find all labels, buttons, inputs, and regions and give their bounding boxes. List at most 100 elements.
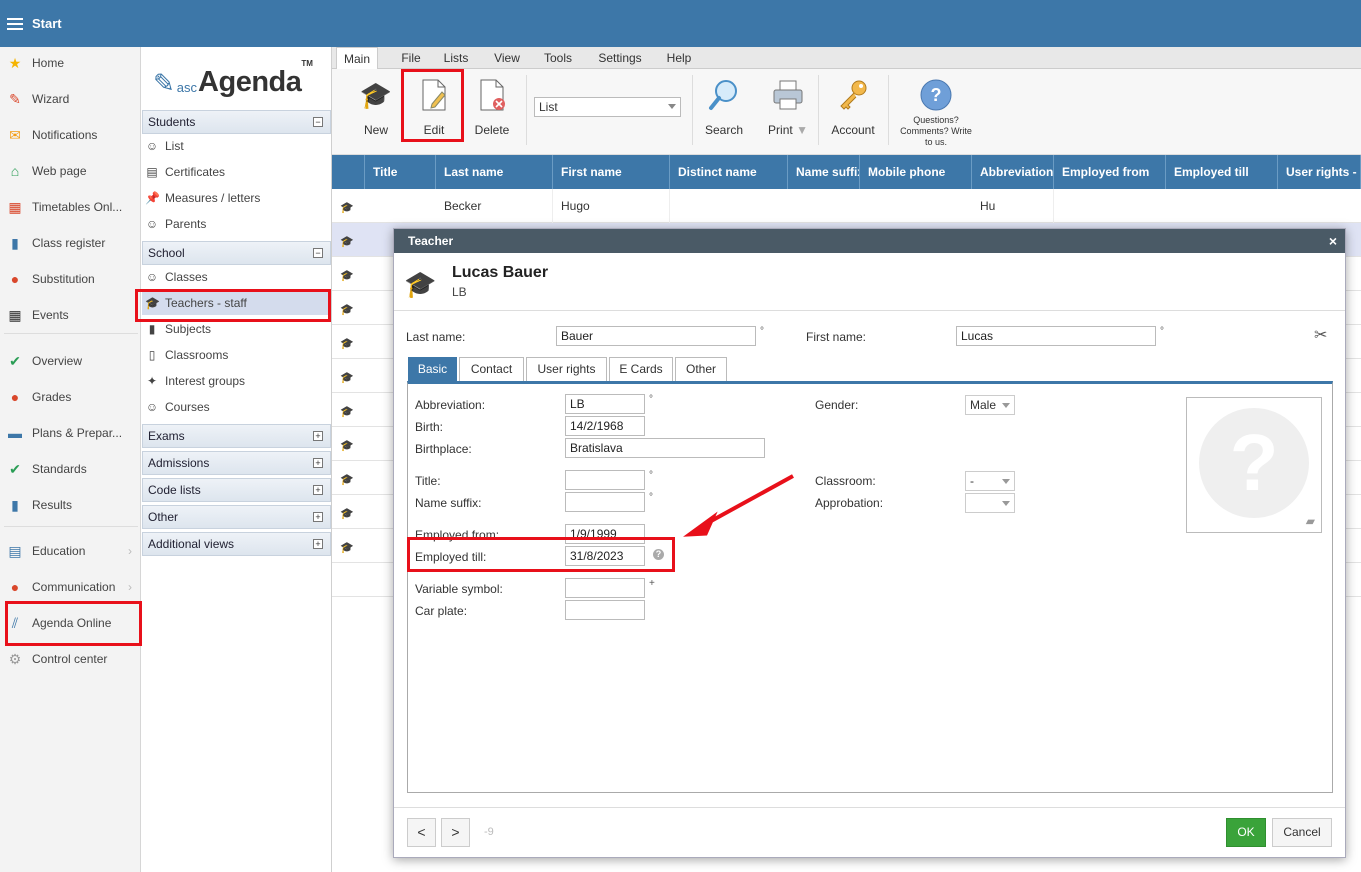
nav-item-10[interactable]: ▬ Plans & Prepar... — [0, 419, 140, 447]
column-header[interactable]: Employed till — [1166, 155, 1278, 189]
nav-item-0[interactable]: ★ Home — [0, 49, 140, 77]
view-select[interactable]: List — [534, 97, 681, 117]
nav-item-12[interactable]: ▮ Results — [0, 491, 140, 519]
tab-user-rights[interactable]: User rights — [526, 357, 607, 381]
birth-field[interactable]: 14/2/1968 — [565, 416, 645, 436]
menu-main[interactable]: Main — [336, 47, 378, 70]
section-collapsed-0[interactable]: Exams + — [142, 424, 331, 448]
nav-item-13[interactable]: ▤ Education › — [0, 537, 140, 565]
column-header[interactable]: Distinct name — [670, 155, 788, 189]
nav-item-3[interactable]: ⌂ Web page — [0, 157, 140, 185]
next-button[interactable]: > — [441, 818, 470, 847]
section-item-students-0[interactable]: ☺ List — [145, 134, 184, 158]
section-school[interactable]: School − — [142, 241, 331, 265]
nav-item-11[interactable]: ✔ Standards — [0, 455, 140, 483]
dialog-footer: < > -9 OK Cancel — [394, 807, 1345, 857]
nav-item-1[interactable]: ✎ Wizard — [0, 85, 140, 113]
nav-item-6[interactable]: ● Substitution — [0, 265, 140, 293]
previous-button[interactable]: < — [407, 818, 436, 847]
expand-icon[interactable]: + — [313, 458, 323, 468]
cancel-button[interactable]: Cancel — [1272, 818, 1332, 847]
tab-other[interactable]: Other — [675, 357, 727, 381]
variable-symbol-field[interactable] — [565, 578, 645, 598]
section-item-school-0[interactable]: ☺ Classes — [145, 265, 208, 289]
close-icon[interactable]: × — [1329, 229, 1337, 253]
approbation-select[interactable] — [965, 493, 1015, 513]
gender-select[interactable]: Male — [965, 395, 1015, 415]
employed-till-field[interactable]: 31/8/2023 — [565, 546, 645, 566]
menu-tools[interactable]: Tools — [541, 47, 575, 69]
start-title[interactable]: Start — [32, 16, 62, 31]
column-header[interactable]: Last name — [436, 155, 553, 189]
column-header[interactable]: Abbreviation — [972, 155, 1054, 189]
section-item-school-2[interactable]: ▮ Subjects — [145, 317, 211, 341]
first-name-field[interactable]: Lucas — [956, 326, 1156, 346]
birthplace-field[interactable]: Bratislava — [565, 438, 765, 458]
tab-e-cards[interactable]: E Cards — [609, 357, 673, 381]
name-suffix-field[interactable] — [565, 492, 645, 512]
help-icon[interactable]: ? — [653, 549, 664, 560]
tab-basic[interactable]: Basic — [408, 357, 457, 381]
new-button[interactable]: 🎓 New — [358, 77, 394, 143]
section-collapsed-1[interactable]: Admissions + — [142, 451, 331, 475]
column-header[interactable]: Title — [365, 155, 436, 189]
menu-settings[interactable]: Settings — [594, 47, 646, 69]
questions-button[interactable]: ? Questions? Comments? Write to us. — [898, 77, 974, 147]
column-header[interactable]: Name suffix — [788, 155, 860, 189]
section-item-students-2[interactable]: 📌 Measures / letters — [145, 186, 260, 210]
nav-item-9[interactable]: ● Grades — [0, 383, 140, 411]
column-header[interactable]: User rights - — [1278, 155, 1361, 189]
nav-item-8[interactable]: ✔ Overview — [0, 347, 140, 375]
menu-view[interactable]: View — [490, 47, 524, 69]
column-header[interactable]: Employed from — [1054, 155, 1166, 189]
ok-button[interactable]: OK — [1226, 818, 1266, 847]
section-item-label: Classrooms — [165, 348, 229, 362]
nav-item-5[interactable]: ▮ Class register — [0, 229, 140, 257]
nav-item-4[interactable]: ▦ Timetables Onl... — [0, 193, 140, 221]
section-collapsed-2[interactable]: Code lists + — [142, 478, 331, 502]
nav-item-7[interactable]: ▦ Events — [0, 301, 140, 329]
nav-item-14[interactable]: ● Communication › — [0, 573, 140, 601]
print-button[interactable]: Print ▼ — [762, 77, 814, 143]
expand-icon[interactable]: + — [313, 512, 323, 522]
expand-icon[interactable]: + — [313, 485, 323, 495]
table-row[interactable]: 🎓 Becker Hugo Hu — [332, 189, 1361, 223]
nav-item-2[interactable]: ✉ Notifications — [0, 121, 140, 149]
employed-from-field[interactable]: 1/9/1999 — [565, 524, 645, 544]
title-field[interactable] — [565, 470, 645, 490]
tab-contact[interactable]: Contact — [459, 357, 524, 381]
search-button[interactable]: Search — [702, 77, 746, 143]
menu-lists[interactable]: Lists — [441, 47, 471, 69]
section-item-students-3[interactable]: ☺ Parents — [145, 212, 207, 236]
section-students[interactable]: Students − — [142, 110, 331, 134]
nav-item-16[interactable]: ⚙ Control center — [0, 645, 140, 673]
folder-icon[interactable]: ▰ — [1306, 514, 1315, 528]
delete-button[interactable]: Delete — [472, 77, 512, 143]
abbreviation-field[interactable]: LB — [565, 394, 645, 414]
menu-help[interactable]: Help — [663, 47, 695, 69]
column-header[interactable]: Mobile phone — [860, 155, 972, 189]
section-collapsed-3[interactable]: Other + — [142, 505, 331, 529]
expand-icon[interactable]: + — [313, 539, 323, 549]
collapse-icon[interactable]: − — [313, 248, 323, 258]
section-item-school-1[interactable]: 🎓 Teachers - staff — [142, 291, 331, 315]
tools-icon[interactable]: ✂ — [1314, 325, 1327, 345]
car-plate-field[interactable] — [565, 600, 645, 620]
section-item-school-4[interactable]: ✦ Interest groups — [145, 369, 245, 393]
nav-item-15[interactable]: ⫽ Agenda Online — [0, 609, 140, 637]
column-header[interactable]: First name — [553, 155, 670, 189]
account-button[interactable]: Account — [828, 77, 878, 143]
collapse-icon[interactable]: − — [313, 117, 323, 127]
section-item-school-3[interactable]: ▯ Classrooms — [145, 343, 229, 367]
section-item-school-5[interactable]: ☺ Courses — [145, 395, 210, 419]
menu-file[interactable]: File — [396, 47, 426, 69]
edit-button[interactable]: Edit — [414, 77, 454, 143]
last-name-field[interactable]: Bauer — [556, 326, 756, 346]
photo-placeholder[interactable]: ? ▰ — [1186, 397, 1322, 533]
section-collapsed-4[interactable]: Additional views + — [142, 532, 331, 556]
print-dropdown-arrow-icon[interactable]: ▼ — [796, 123, 808, 137]
section-item-students-1[interactable]: ▤ Certificates — [145, 160, 225, 184]
expand-icon[interactable]: + — [313, 431, 323, 441]
hamburger-menu-icon[interactable] — [7, 17, 23, 30]
classroom-select[interactable]: - — [965, 471, 1015, 491]
